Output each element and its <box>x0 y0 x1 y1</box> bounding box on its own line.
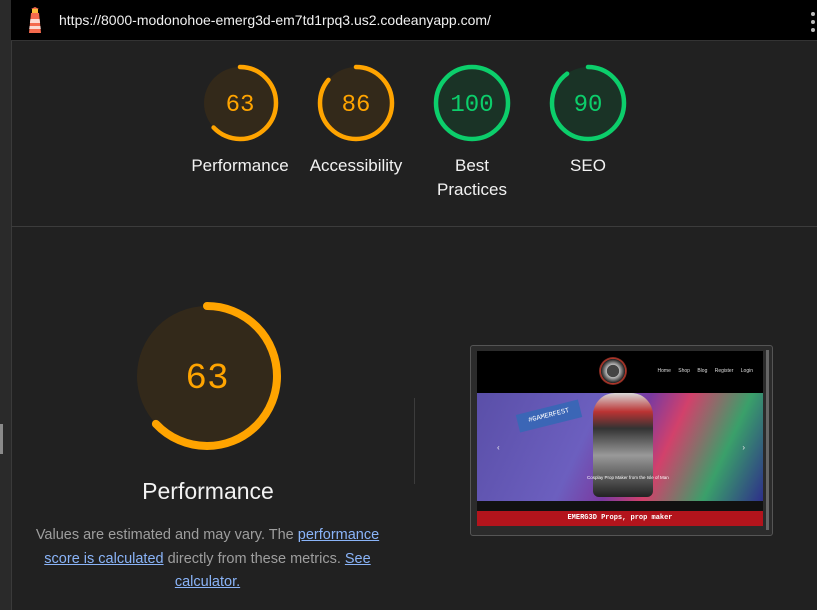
performance-description: Values are estimated and may vary. The p… <box>30 524 385 595</box>
gauge-performance-score: 63 <box>226 92 255 119</box>
screenshot-nav-item: Shop <box>678 368 690 374</box>
resize-handle[interactable] <box>0 424 3 454</box>
report-topbar: https://8000-modonohoe-emerg3d-em7td1rpq… <box>11 0 817 41</box>
gauge-accessibility-label: Accessibility <box>309 156 403 175</box>
gauge-accessibility-ring: 86 <box>317 64 395 142</box>
hero-figure <box>593 393 653 497</box>
gauge-best-practices-ring: 100 <box>433 64 511 142</box>
hero-caption: Cosplay Prop Maker from the Isle of Man <box>587 475 669 480</box>
hero-sign: #GAMERFEST <box>515 399 583 433</box>
final-screenshot: Home Shop Blog Register Login #GAMERFEST… <box>470 345 773 536</box>
screenshot-hero-image: #GAMERFEST Cosplay Prop Maker from the I… <box>477 393 763 501</box>
gauge-performance[interactable]: 63 Performance <box>182 64 298 178</box>
gauge-seo-label: SEO <box>570 156 606 175</box>
screenshot-nav-item: Home <box>657 368 671 374</box>
big-gauge-score: 63 <box>185 358 228 399</box>
gauge-seo-score: 90 <box>574 92 603 119</box>
site-logo <box>599 357 627 385</box>
more-menu-icon[interactable] <box>809 12 817 32</box>
desc-prefix: Values are estimated and may vary. The <box>35 527 298 543</box>
screenshot-dark-band <box>477 501 763 511</box>
vertical-divider <box>414 398 415 484</box>
screenshot-nav-item: Register <box>714 368 734 374</box>
screenshot-site-header: Home Shop Blog Register Login <box>477 351 763 393</box>
section-divider <box>11 226 817 227</box>
gauge-accessibility-score: 86 <box>342 92 371 119</box>
screenshot-nav-item: Login <box>740 368 753 374</box>
gauge-accessibility[interactable]: 86 Accessibility <box>298 64 414 178</box>
lighthouse-icon <box>29 7 41 33</box>
performance-heading: Performance <box>142 478 274 504</box>
chevron-right-icon: › <box>742 443 745 452</box>
gauge-seo[interactable]: 90 SEO <box>530 64 646 178</box>
screenshot-nav-item: Blog <box>697 368 708 374</box>
gauge-best-practices-label: Best Practices <box>437 156 507 199</box>
performance-big-gauge: 63 <box>133 302 281 450</box>
chevron-left-icon: ‹ <box>497 443 500 452</box>
desc-middle: directly from these metrics. <box>163 550 345 567</box>
gauge-seo-ring: 90 <box>549 64 627 142</box>
gauge-performance-label: Performance <box>191 156 289 175</box>
gauge-best-practices-score: 100 <box>450 92 493 119</box>
screenshot-banner: EMERG3D Props, prop maker <box>477 511 763 526</box>
screenshot-scrollbar <box>766 350 769 530</box>
gauge-performance-ring: 63 <box>201 64 279 142</box>
screenshot-nav: Home Shop Blog Register Login <box>652 368 753 374</box>
report-url: https://8000-modonohoe-emerg3d-em7td1rpq… <box>59 12 491 28</box>
category-gauges: 63 Performance 86 Accessibility 100 Best… <box>11 40 817 226</box>
gauge-best-practices[interactable]: 100 Best Practices <box>414 64 530 202</box>
